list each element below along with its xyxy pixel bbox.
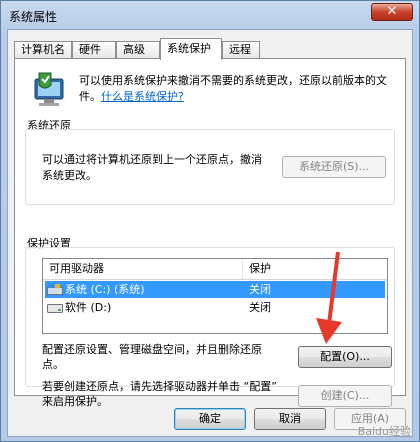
system-properties-window: 系统属性 ✕ 计算机名 硬件 高级 系统保护 远程 可以使用系统保护来撤消不需要… xyxy=(0,0,420,442)
ok-button[interactable]: 确定 xyxy=(174,408,246,430)
shield-icon xyxy=(34,72,64,106)
dialog-body: 计算机名 硬件 高级 系统保护 远程 可以使用系统保护来撤消不需要的系统更改，还… xyxy=(7,29,413,437)
drive-name: 软件 (D:) xyxy=(65,301,112,314)
close-button[interactable]: ✕ xyxy=(371,3,413,21)
watermark: Baidu经验 xyxy=(357,425,411,438)
tab-system-protection[interactable]: 系统保护 xyxy=(160,38,222,60)
column-available-drives[interactable]: 可用驱动器 xyxy=(43,259,243,279)
configure-text: 配置还原设置、管理磁盘空间，并且删除还原点。 xyxy=(42,343,262,371)
system-restore-button[interactable]: 系统还原(S)... xyxy=(282,156,386,178)
drive-protection-status: 关闭 xyxy=(249,301,271,314)
tab-hardware[interactable]: 硬件 xyxy=(72,41,116,59)
system-restore-text: 可以通过将计算机还原到上一个还原点，撤消系统更改。 xyxy=(42,153,262,182)
tab-advanced[interactable]: 高级 xyxy=(116,41,160,59)
tab-computer-name[interactable]: 计算机名 xyxy=(14,41,72,59)
window-title: 系统属性 xyxy=(9,10,58,24)
drive-name: 系统 (C:) (系统) xyxy=(65,283,145,296)
configure-button[interactable]: 配置(O)... xyxy=(298,346,392,368)
system-restore-group: 可以通过将计算机还原到上一个还原点，撤消系统更改。 系统还原(S)... xyxy=(25,129,395,205)
intro-text: 可以使用系统保护来撤消不需要的系统更改，还原以前版本的文件。什么是系统保护? xyxy=(79,73,397,105)
drive-protection-status: 关闭 xyxy=(249,283,271,296)
what-is-system-protection-link[interactable]: 什么是系统保护? xyxy=(101,90,184,103)
tab-remote[interactable]: 远程 xyxy=(222,41,260,59)
title-bar[interactable]: 系统属性 ✕ xyxy=(1,1,419,29)
system-drive-icon xyxy=(47,284,63,295)
create-restore-point-text: 若要创建还原点，请先选择驱动器并单击 “配置” 来启用保护。 xyxy=(42,380,277,408)
red-arrow-annotation xyxy=(316,251,342,344)
create-button[interactable]: 创建(C)... xyxy=(298,385,392,407)
cancel-button[interactable]: 取消 xyxy=(254,408,326,430)
hard-drive-icon xyxy=(47,304,63,313)
